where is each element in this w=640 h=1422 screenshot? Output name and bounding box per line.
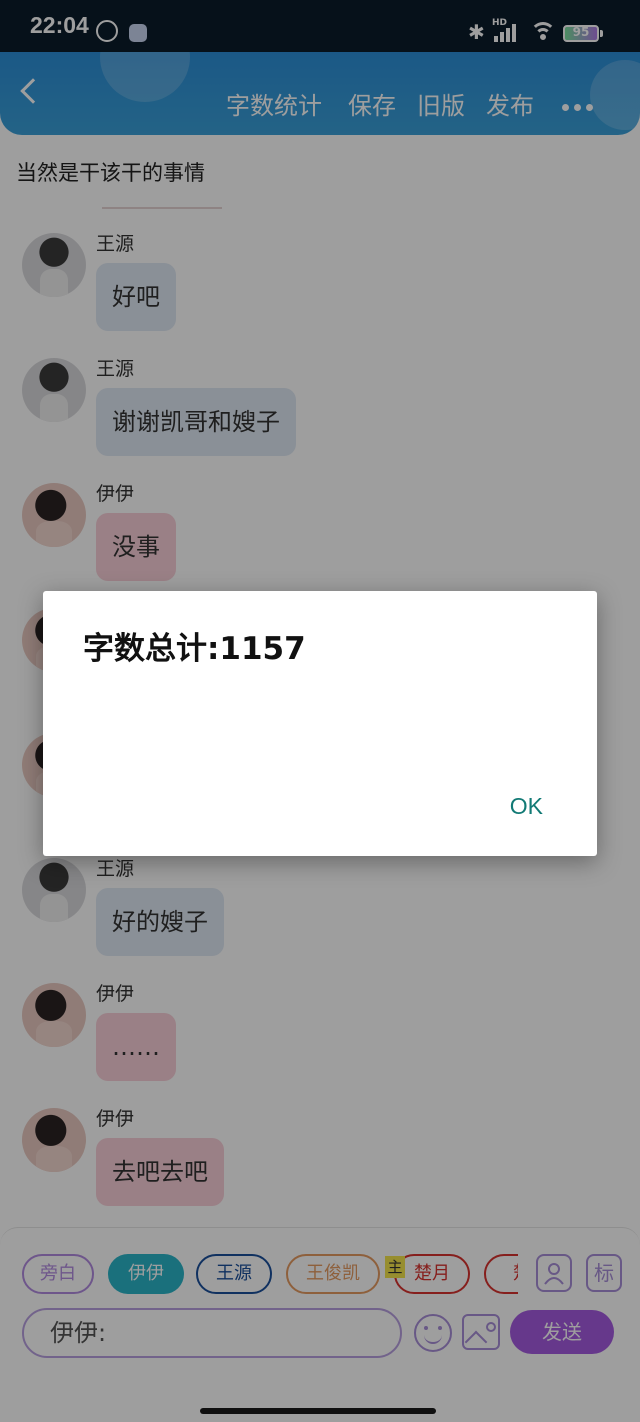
word-count-dialog: 字数总计:1157 OK	[43, 591, 597, 856]
dialog-message: 字数总计:1157	[83, 631, 306, 667]
ok-button[interactable]: OK	[510, 793, 543, 820]
